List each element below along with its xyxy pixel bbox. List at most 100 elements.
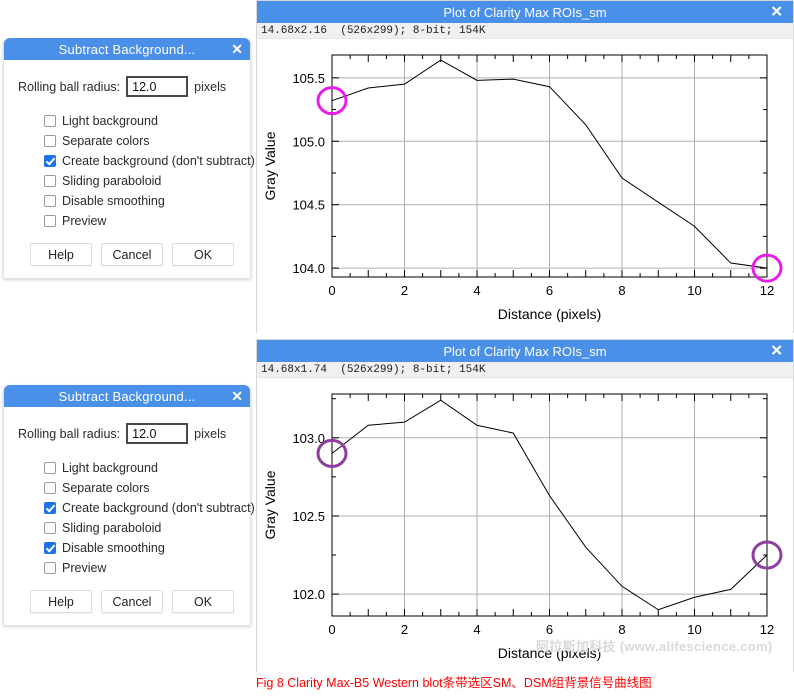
plot-window-2[interactable]: Plot of Clarity Max ROIs_sm ✕ 14.68x1.74… [256, 339, 794, 674]
checkbox-unchecked-icon[interactable] [44, 195, 56, 207]
plot-1-canvas[interactable]: 0 2 4 6 8 10 12 104.0 104.5 105.0 105.5 Distance (p… [257, 39, 793, 335]
y-axis-label: Gray Value [262, 470, 278, 539]
help-button[interactable]: Help [30, 243, 92, 266]
close-icon[interactable]: ✕ [231, 42, 243, 56]
dialog-1-body: Rolling ball radius: pixels Light backgr… [4, 60, 255, 278]
plot-1-info: 14.68x2.16 (526x299); 8-bit; 154K [257, 23, 793, 39]
rolling-ball-radius-row: Rolling ball radius: pixels [18, 423, 240, 444]
y-tick-label: 105.0 [292, 134, 325, 149]
plot-window-1[interactable]: Plot of Clarity Max ROIs_sm ✕ 14.68x2.16… [256, 0, 794, 335]
rolling-ball-radius-input[interactable] [126, 423, 189, 444]
subtract-background-dialog-1[interactable]: Subtract Background... ✕ Rolling ball ra… [3, 38, 255, 279]
checkbox-label: Preview [62, 214, 107, 228]
x-tick-label: 10 [687, 283, 701, 298]
plot-svg: 0 2 4 6 8 10 12 104.0 104.5 105.0 105.5 Distance (p… [262, 54, 783, 322]
rolling-ball-radius-input[interactable] [126, 76, 189, 97]
checkbox-label: Light background [62, 114, 158, 128]
dialog-1-title: Subtract Background... [58, 41, 196, 57]
checkbox-row-3[interactable]: Sliding paraboloid [44, 171, 240, 191]
checkbox-unchecked-icon[interactable] [44, 115, 56, 127]
checkbox-row-0[interactable]: Light background [44, 111, 240, 131]
checkbox-row-1[interactable]: Separate colors [44, 478, 240, 498]
x-tick-label: 0 [328, 283, 335, 298]
x-axis-label: Distance (pixels) [498, 306, 601, 322]
checkbox-unchecked-icon[interactable] [44, 215, 56, 227]
y-tick-label: 104.0 [292, 261, 325, 276]
checkbox-row-5[interactable]: Preview [44, 558, 240, 578]
checkbox-row-1[interactable]: Separate colors [44, 131, 240, 151]
checkbox-row-0[interactable]: Light background [44, 458, 240, 478]
x-tick-label: 6 [546, 283, 553, 298]
checkbox-row-5[interactable]: Preview [44, 211, 240, 231]
checkbox-row-3[interactable]: Sliding paraboloid [44, 518, 240, 538]
checkbox-unchecked-icon[interactable] [44, 562, 56, 574]
x-tick-label: 2 [401, 622, 408, 637]
checkbox-label: Create background (don't subtract) [62, 154, 255, 168]
dialog-2-title: Subtract Background... [58, 388, 196, 404]
figure-caption: Fig 8 Clarity Max-B5 Western blot条带选区SM、… [256, 676, 652, 690]
dialog-2-buttons: Help Cancel OK [14, 584, 240, 617]
checkbox-checked-icon[interactable] [44, 542, 56, 554]
y-tick-label: 104.5 [292, 198, 325, 213]
x-tick-label: 6 [546, 622, 553, 637]
help-button[interactable]: Help [30, 590, 92, 613]
checkbox-label: Preview [62, 561, 107, 575]
screenshot-root: Plot of Clarity Max ROIs_sm ✕ 14.68x2.16… [0, 0, 794, 700]
ok-button[interactable]: OK [172, 243, 234, 266]
checkbox-label: Separate colors [62, 481, 150, 495]
y-tick-label: 105.5 [292, 71, 325, 86]
dialog-2-titlebar[interactable]: Subtract Background... ✕ [4, 385, 250, 407]
y-axis-label: Gray Value [262, 131, 278, 200]
dialog-1-buttons: Help Cancel OK [14, 237, 240, 270]
plot-1-title: Plot of Clarity Max ROIs_sm [443, 4, 607, 20]
x-tick-label: 8 [618, 283, 625, 298]
checkbox-label: Separate colors [62, 134, 150, 148]
checkbox-unchecked-icon[interactable] [44, 482, 56, 494]
close-icon[interactable]: ✕ [770, 5, 783, 20]
checkbox-row-2[interactable]: Create background (don't subtract) [44, 498, 255, 518]
y-tick-label: 102.0 [292, 587, 325, 602]
x-tick-label: 4 [473, 622, 480, 637]
dialog-2-body: Rolling ball radius: pixels Light backgr… [4, 407, 255, 625]
rolling-ball-radius-label: Rolling ball radius: [18, 426, 121, 441]
plot-svg: 0 2 4 6 8 10 12 102.0 102.5 103.0 Distance (pixels… [262, 393, 783, 661]
plot-2-info: 14.68x1.74 (526x299); 8-bit; 154K [257, 362, 793, 378]
close-icon[interactable]: ✕ [231, 389, 243, 403]
checkbox-unchecked-icon[interactable] [44, 135, 56, 147]
checkbox-checked-icon[interactable] [44, 502, 56, 514]
y-tick-label: 103.0 [292, 431, 325, 446]
checkbox-label: Disable smoothing [62, 541, 165, 555]
subtract-background-dialog-2[interactable]: Subtract Background... ✕ Rolling ball ra… [3, 385, 255, 626]
dialog-2-options: Light background Separate colors Create ba… [44, 458, 255, 578]
y-tick-label: 102.5 [292, 509, 325, 524]
plot-2-titlebar[interactable]: Plot of Clarity Max ROIs_sm ✕ [257, 340, 793, 362]
x-tick-label: 0 [328, 622, 335, 637]
checkbox-label: Sliding paraboloid [62, 521, 162, 535]
checkbox-row-4[interactable]: Disable smoothing [44, 538, 240, 558]
radius-unit-label: pixels [194, 79, 227, 94]
x-tick-label: 2 [401, 283, 408, 298]
plot-1-titlebar[interactable]: Plot of Clarity Max ROIs_sm ✕ [257, 1, 793, 23]
checkbox-row-4[interactable]: Disable smoothing [44, 191, 240, 211]
checkbox-label: Light background [62, 461, 158, 475]
checkbox-checked-icon[interactable] [44, 155, 56, 167]
checkbox-label: Create background (don't subtract) [62, 501, 255, 515]
ok-button[interactable]: OK [172, 590, 234, 613]
checkbox-unchecked-icon[interactable] [44, 462, 56, 474]
close-icon[interactable]: ✕ [770, 344, 783, 359]
radius-unit-label: pixels [194, 426, 227, 441]
cancel-button[interactable]: Cancel [101, 243, 163, 266]
checkbox-label: Disable smoothing [62, 194, 165, 208]
checkbox-label: Sliding paraboloid [62, 174, 162, 188]
dialog-1-titlebar[interactable]: Subtract Background... ✕ [4, 38, 250, 60]
checkbox-row-2[interactable]: Create background (don't subtract) [44, 151, 255, 171]
x-tick-label: 12 [760, 283, 774, 298]
checkbox-unchecked-icon[interactable] [44, 522, 56, 534]
dialog-1-options: Light background Separate colors Create ba… [44, 111, 255, 231]
x-tick-label: 10 [687, 622, 701, 637]
plot-2-title: Plot of Clarity Max ROIs_sm [443, 343, 607, 359]
checkbox-unchecked-icon[interactable] [44, 175, 56, 187]
cancel-button[interactable]: Cancel [101, 590, 163, 613]
x-tick-label: 8 [618, 622, 625, 637]
plot-2-canvas[interactable]: 0 2 4 6 8 10 12 102.0 102.5 103.0 Distance (pixels… [257, 378, 793, 674]
